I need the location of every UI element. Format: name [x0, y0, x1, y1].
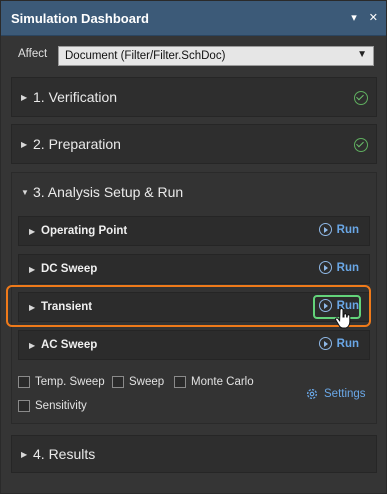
analysis-dc-sweep[interactable]: ▶ DC Sweep Run [18, 254, 370, 284]
chevron-right-icon: ▶ [21, 92, 28, 102]
sweep-option[interactable]: Sweep [112, 376, 164, 388]
sweep-label: Sweep [129, 376, 165, 388]
analysis-transient[interactable]: ▶ Transient Run [18, 292, 370, 322]
monte-carlo-checkbox[interactable] [174, 376, 186, 388]
section-preparation-title: 2. Preparation [33, 136, 121, 152]
play-icon [318, 261, 332, 274]
section-preparation[interactable]: ▶ 2. Preparation [11, 124, 377, 164]
close-icon[interactable]: ✕ [369, 11, 378, 24]
panel-titlebar: Simulation Dashboard ▾ ✕ [1, 1, 386, 36]
settings-button[interactable]: Settings [305, 387, 366, 401]
gear-icon [306, 388, 318, 400]
section-verification-header[interactable]: ▶ 1. Verification [12, 78, 376, 116]
sweep-checkbox[interactable] [112, 376, 124, 388]
run-button[interactable]: Run [318, 337, 359, 350]
affect-value: Document (Filter/Filter.SchDoc) [65, 50, 226, 62]
analysis-name: AC Sweep [41, 339, 98, 351]
monte-carlo-option[interactable]: Monte Carlo [174, 376, 254, 388]
chevron-right-icon: ▶ [29, 264, 36, 274]
check-icon [354, 91, 368, 105]
sensitivity-checkbox[interactable] [18, 400, 30, 412]
panel-title: Simulation Dashboard [11, 10, 149, 26]
sensitivity-option[interactable]: Sensitivity [18, 400, 87, 412]
hand-cursor-icon [335, 308, 351, 329]
run-button[interactable]: Run [318, 223, 359, 236]
chevron-right-icon: ▶ [29, 302, 36, 312]
run-label: Run [336, 261, 359, 274]
section-verification[interactable]: ▶ 1. Verification [11, 77, 377, 117]
sensitivity-label: Sensitivity [35, 400, 87, 412]
analysis-operating-point[interactable]: ▶ Operating Point Run [18, 216, 370, 246]
settings-label: Settings [324, 388, 366, 400]
chevron-right-icon: ▶ [21, 139, 28, 149]
chevron-down-icon: ▼ [357, 49, 367, 60]
run-label: Run [336, 337, 359, 350]
pin-down-icon[interactable]: ▾ [351, 11, 357, 24]
section-analysis-title: 3. Analysis Setup & Run [33, 184, 184, 200]
run-button[interactable]: Run [318, 261, 359, 274]
affect-dropdown[interactable]: Document (Filter/Filter.SchDoc) ▼ [58, 46, 374, 66]
section-analysis-header[interactable]: ▼ 3. Analysis Setup & Run [12, 173, 376, 211]
analysis-name: Operating Point [41, 225, 128, 237]
section-verification-title: 1. Verification [33, 89, 118, 105]
run-label: Run [336, 223, 359, 236]
temp-sweep-option[interactable]: Temp. Sweep [18, 376, 105, 388]
section-preparation-header[interactable]: ▶ 2. Preparation [12, 125, 376, 163]
play-icon [318, 223, 332, 236]
section-results-header[interactable]: ▶ 4. Results [12, 436, 376, 472]
chevron-right-icon: ▶ [29, 340, 36, 350]
affect-label: Affect [18, 48, 48, 60]
play-icon [318, 337, 332, 350]
chevron-right-icon: ▶ [21, 449, 28, 459]
simulation-dashboard-panel: Simulation Dashboard ▾ ✕ Affect Document… [0, 0, 387, 494]
analysis-ac-sweep[interactable]: ▶ AC Sweep Run [18, 330, 370, 360]
chevron-right-icon: ▶ [29, 226, 36, 236]
analysis-name: DC Sweep [41, 263, 98, 275]
monte-carlo-label: Monte Carlo [191, 376, 254, 388]
temp-sweep-checkbox[interactable] [18, 376, 30, 388]
analysis-name: Transient [41, 301, 93, 313]
chevron-down-icon: ▼ [21, 187, 29, 197]
temp-sweep-label: Temp. Sweep [35, 376, 105, 388]
check-icon [354, 138, 368, 152]
section-results[interactable]: ▶ 4. Results [11, 435, 377, 473]
affect-row: Affect Document (Filter/Filter.SchDoc) ▼ [18, 46, 374, 66]
section-results-title: 4. Results [33, 446, 96, 462]
